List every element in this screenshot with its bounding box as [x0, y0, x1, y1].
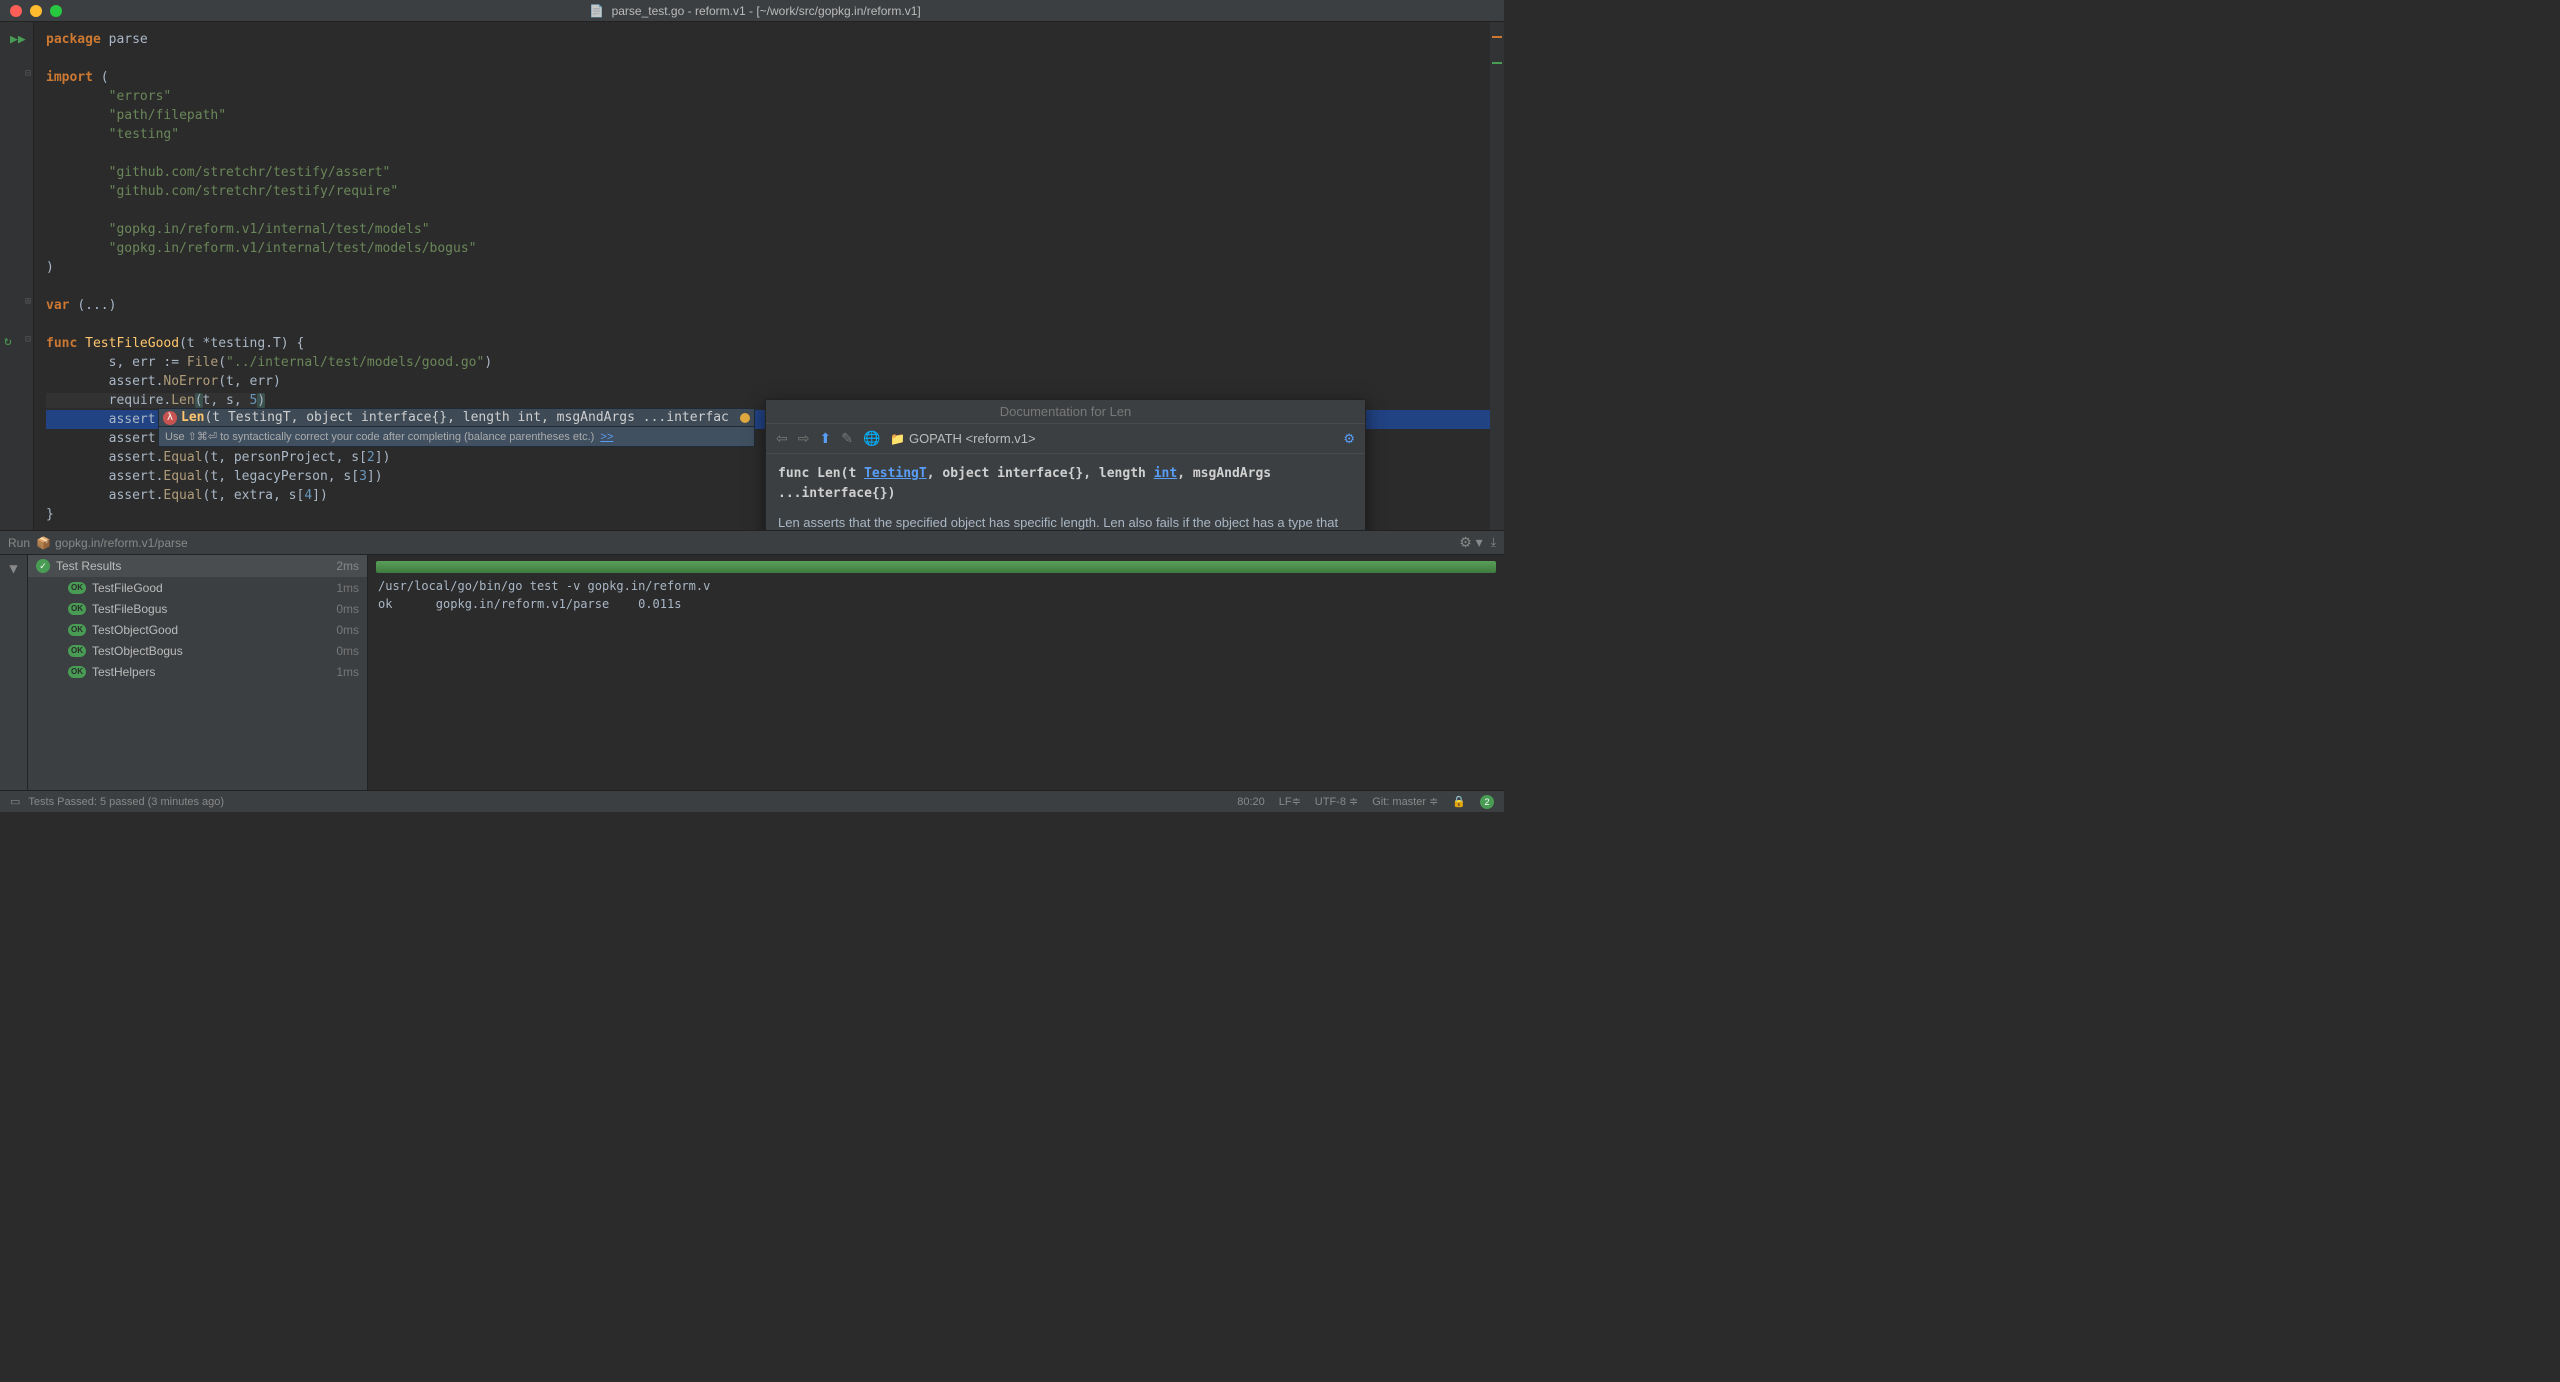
- test-item[interactable]: OK TestObjectGood 0ms: [28, 619, 367, 640]
- test-item[interactable]: OK TestFileGood 1ms: [28, 577, 367, 598]
- doc-toolbar: ⇦ ⇨ ⬆ ✎ 🌐 GOPATH <reform.v1> ⚙: [766, 424, 1365, 454]
- test-item[interactable]: OK TestFileBogus 0ms: [28, 598, 367, 619]
- doc-up-icon[interactable]: ⬆: [819, 430, 831, 447]
- lambda-icon: λ: [163, 411, 177, 425]
- pass-badge-icon: OK: [68, 666, 86, 678]
- completion-more-link[interactable]: >>: [600, 431, 613, 443]
- doc-type-link[interactable]: int: [1154, 466, 1177, 481]
- fold-icon[interactable]: ⊞: [25, 296, 31, 307]
- close-window-button[interactable]: [10, 5, 22, 17]
- fold-icon[interactable]: ⊟: [25, 68, 31, 79]
- run-download-icon[interactable]: ⤓: [1491, 535, 1496, 550]
- notifications-badge[interactable]: 2: [1480, 795, 1494, 809]
- doc-edit-icon[interactable]: ✎: [841, 430, 853, 447]
- line-separator[interactable]: LF≑: [1279, 795, 1301, 808]
- event-log-icon[interactable]: ▭: [10, 795, 20, 808]
- file-encoding[interactable]: UTF-8 ≑: [1315, 795, 1358, 808]
- title-bar: parse_test.go - reform.v1 - [~/work/src/…: [0, 0, 1504, 22]
- doc-type-link[interactable]: TestingT: [864, 466, 927, 481]
- pass-badge-icon: OK: [68, 582, 86, 594]
- completion-marker-icon: [740, 413, 750, 423]
- status-message: Tests Passed: 5 passed (3 minutes ago): [28, 796, 224, 808]
- pass-badge-icon: OK: [68, 624, 86, 636]
- folder-icon: [890, 431, 905, 446]
- pass-badge-icon: OK: [68, 603, 86, 615]
- doc-forward-icon[interactable]: ⇨: [798, 430, 810, 447]
- package-icon: [36, 536, 55, 550]
- file-icon: [589, 4, 608, 18]
- zoom-window-button[interactable]: [50, 5, 62, 17]
- pass-icon: ✓: [36, 559, 50, 573]
- test-item[interactable]: OK TestHelpers 1ms: [28, 661, 367, 682]
- status-bar: ▭ Tests Passed: 5 passed (3 minutes ago)…: [0, 790, 1504, 812]
- test-output[interactable]: /usr/local/go/bin/go test -v gopkg.in/re…: [368, 555, 1504, 790]
- git-branch[interactable]: Git: master ≑: [1372, 795, 1438, 808]
- doc-back-icon[interactable]: ⇦: [776, 430, 788, 447]
- pass-badge-icon: OK: [68, 645, 86, 657]
- run-header: Run gopkg.in/reform.v1/parse ⚙ ▾ ⤓: [0, 531, 1504, 555]
- window-title: parse_test.go - reform.v1 - [~/work/src/…: [62, 4, 1448, 18]
- run-gutter: ▼: [0, 555, 28, 790]
- doc-breadcrumb[interactable]: GOPATH <reform.v1>: [890, 431, 1035, 446]
- doc-settings-icon[interactable]: ⚙: [1343, 431, 1355, 447]
- run-header-label: Run: [8, 536, 30, 550]
- console-output: /usr/local/go/bin/go test -v gopkg.in/re…: [368, 577, 1504, 613]
- cursor-position[interactable]: 80:20: [1237, 796, 1265, 808]
- fold-icon[interactable]: ⊟: [25, 334, 31, 345]
- doc-popup-title: Documentation for Len: [766, 400, 1365, 424]
- run-test-icon[interactable]: ↻: [4, 334, 12, 349]
- test-results-header[interactable]: ✓ Test Results 2ms: [28, 555, 367, 577]
- run-settings-icon[interactable]: ⚙ ▾: [1459, 534, 1482, 551]
- run-config-name[interactable]: gopkg.in/reform.v1/parse: [55, 536, 188, 550]
- doc-browser-icon[interactable]: 🌐: [863, 430, 880, 447]
- test-progress-bar: [376, 561, 1496, 573]
- completion-tip: Use ⇧⌘⏎ to syntactically correct your co…: [158, 427, 755, 447]
- doc-signature: func Len(t TestingT, object interface{},…: [778, 464, 1353, 503]
- code-completion-popup[interactable]: λ Len(t TestingT, object interface{}, le…: [158, 408, 755, 447]
- run-gutter-icon[interactable]: ▶▶: [10, 32, 26, 47]
- minimize-window-button[interactable]: [30, 5, 42, 17]
- window-controls: [0, 5, 62, 17]
- collapse-icon[interactable]: ▼: [0, 561, 27, 577]
- test-item[interactable]: OK TestObjectBogus 0ms: [28, 640, 367, 661]
- completion-item[interactable]: λ Len(t TestingT, object interface{}, le…: [158, 408, 755, 427]
- test-tree[interactable]: ✓ Test Results 2ms OK TestFileGood 1ms O…: [28, 555, 368, 790]
- lock-icon[interactable]: 🔒: [1452, 795, 1466, 808]
- run-tool-window[interactable]: Run gopkg.in/reform.v1/parse ⚙ ▾ ⤓ ▼ ✓ T…: [0, 530, 1504, 790]
